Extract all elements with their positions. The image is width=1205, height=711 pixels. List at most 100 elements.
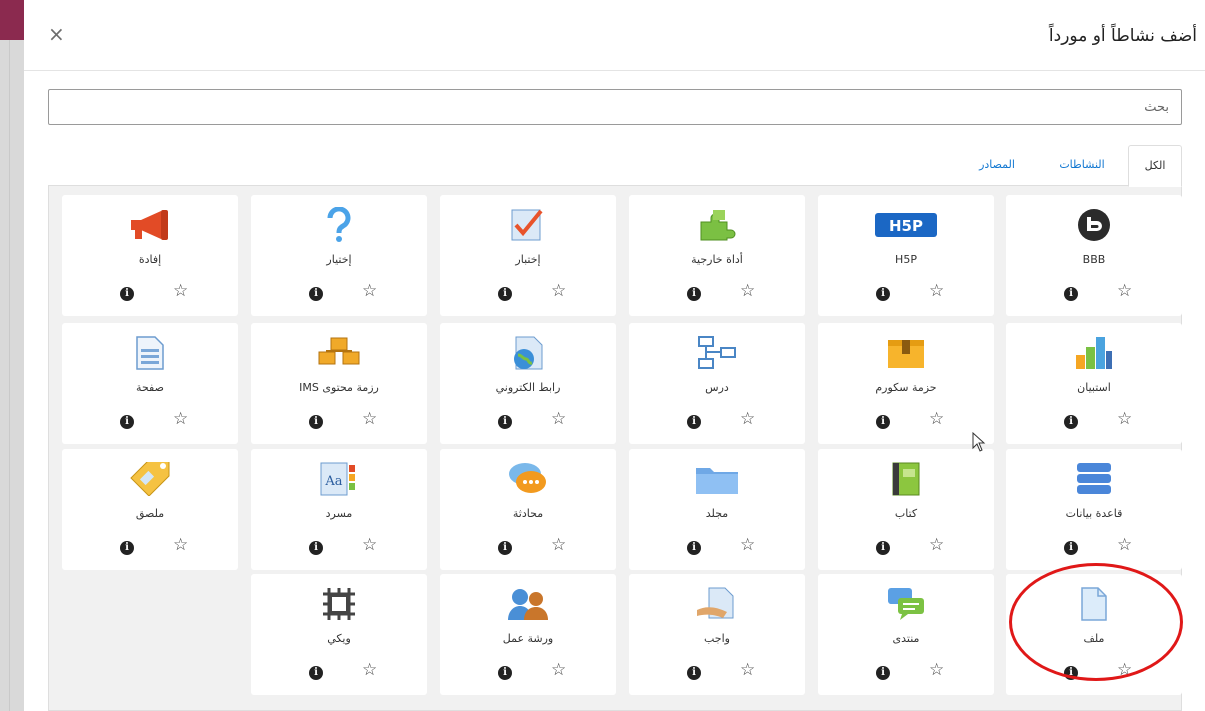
activity-card[interactable]: صفحة i ☆: [62, 323, 238, 444]
star-icon[interactable]: ☆: [740, 281, 755, 301]
star-icon[interactable]: ☆: [929, 409, 944, 429]
star-icon[interactable]: ☆: [362, 281, 377, 301]
star-icon[interactable]: ☆: [1117, 281, 1132, 301]
star-icon[interactable]: ☆: [362, 535, 377, 555]
svg-text:H5P: H5P: [889, 217, 923, 235]
tab-all[interactable]: الكل: [1128, 145, 1182, 187]
info-icon[interactable]: i: [309, 541, 323, 555]
url-globe-icon: [440, 333, 616, 373]
activity-card-label: ورشة عمل: [502, 632, 554, 645]
bar-chart-icon: [1006, 333, 1182, 373]
star-icon[interactable]: ☆: [173, 409, 188, 429]
activity-card[interactable]: رزمة محتوى IMS i ☆: [251, 323, 427, 444]
forum-icon: [818, 584, 994, 624]
activity-card-label: رابط الكتروني: [495, 381, 561, 394]
activity-card[interactable]: إختيار i ☆: [251, 195, 427, 316]
star-icon[interactable]: ☆: [362, 409, 377, 429]
star-icon[interactable]: ☆: [551, 281, 566, 301]
star-icon[interactable]: ☆: [1117, 660, 1132, 680]
info-icon[interactable]: i: [498, 541, 512, 555]
activity-card-label: درس: [705, 381, 729, 394]
star-icon[interactable]: ☆: [929, 660, 944, 680]
info-icon[interactable]: i: [1064, 666, 1078, 680]
info-icon[interactable]: i: [687, 666, 701, 680]
info-icon[interactable]: i: [876, 541, 890, 555]
h5p-icon: H5P: [818, 205, 994, 245]
activity-card[interactable]: كتاب i ☆: [818, 449, 994, 570]
info-icon[interactable]: i: [687, 415, 701, 429]
dialog-title: أضف نشاطاً أو مورداً: [1048, 26, 1197, 46]
chat-bubble-icon: [440, 459, 616, 499]
activity-card[interactable]: رابط الكتروني i ☆: [440, 323, 616, 444]
info-icon[interactable]: i: [687, 541, 701, 555]
activity-card-label: ملف: [1083, 632, 1105, 645]
activity-card[interactable]: ورشة عمل i ☆: [440, 574, 616, 695]
tab-activities[interactable]: النشاطات: [1042, 145, 1122, 185]
info-icon[interactable]: i: [309, 415, 323, 429]
activity-card[interactable]: BBB i ☆: [1006, 195, 1182, 316]
activity-card[interactable]: محادثة i ☆: [440, 449, 616, 570]
activity-card[interactable]: منتدى i ☆: [818, 574, 994, 695]
activity-card-label: إفادة: [138, 253, 162, 266]
svg-text:Aa: Aa: [324, 474, 342, 489]
activity-card-label: محادثة: [512, 507, 544, 520]
info-icon[interactable]: i: [498, 666, 512, 680]
activity-card[interactable]: إختبار i ☆: [440, 195, 616, 316]
star-icon[interactable]: ☆: [362, 660, 377, 680]
star-icon[interactable]: ☆: [929, 535, 944, 555]
activity-card[interactable]: H5P H5P i ☆: [818, 195, 994, 316]
info-icon[interactable]: i: [876, 666, 890, 680]
activity-card[interactable]: قاعدة بيانات i ☆: [1006, 449, 1182, 570]
folder-icon: [629, 459, 805, 499]
activity-card-label: استبيان: [1077, 381, 1111, 394]
tab-resources[interactable]: المصادر: [962, 145, 1032, 185]
info-icon[interactable]: i: [498, 287, 512, 301]
dialog-header: أضف نشاطاً أو مورداً ×: [24, 0, 1205, 71]
star-icon[interactable]: ☆: [1117, 535, 1132, 555]
megaphone-icon: [62, 205, 238, 245]
star-icon[interactable]: ☆: [551, 535, 566, 555]
activity-card[interactable]: Aa مسرد i ☆: [251, 449, 427, 570]
info-icon[interactable]: i: [120, 541, 134, 555]
star-icon[interactable]: ☆: [740, 535, 755, 555]
info-icon[interactable]: i: [876, 415, 890, 429]
activity-card[interactable]: ويكي i ☆: [251, 574, 427, 695]
activity-card[interactable]: حزمة سكورم i ☆: [818, 323, 994, 444]
activity-card[interactable]: مجلد i ☆: [629, 449, 805, 570]
file-icon: [1006, 584, 1182, 624]
info-icon[interactable]: i: [1064, 287, 1078, 301]
star-icon[interactable]: ☆: [1117, 409, 1132, 429]
background-divider: [9, 40, 10, 711]
info-icon[interactable]: i: [120, 287, 134, 301]
star-icon[interactable]: ☆: [551, 660, 566, 680]
activity-card[interactable]: واجب i ☆: [629, 574, 805, 695]
quiz-icon: [440, 205, 616, 245]
info-icon[interactable]: i: [1064, 415, 1078, 429]
book-icon: [818, 459, 994, 499]
star-icon[interactable]: ☆: [929, 281, 944, 301]
activity-card-label: إختيار: [326, 253, 352, 266]
info-icon[interactable]: i: [498, 415, 512, 429]
search-input[interactable]: [48, 89, 1182, 125]
info-icon[interactable]: i: [309, 287, 323, 301]
star-icon[interactable]: ☆: [740, 409, 755, 429]
star-icon[interactable]: ☆: [551, 409, 566, 429]
star-icon[interactable]: ☆: [173, 535, 188, 555]
activity-card[interactable]: أداة خارجية i ☆: [629, 195, 805, 316]
activity-card[interactable]: استبيان i ☆: [1006, 323, 1182, 444]
info-icon[interactable]: i: [309, 666, 323, 680]
label-tag-icon: [62, 459, 238, 499]
activity-card[interactable]: ملف i ☆: [1006, 574, 1182, 695]
info-icon[interactable]: i: [120, 415, 134, 429]
star-icon[interactable]: ☆: [173, 281, 188, 301]
info-icon[interactable]: i: [876, 287, 890, 301]
activity-card[interactable]: إفادة i ☆: [62, 195, 238, 316]
wiki-icon: [251, 584, 427, 624]
close-icon[interactable]: ×: [48, 22, 65, 46]
info-icon[interactable]: i: [1064, 541, 1078, 555]
info-icon[interactable]: i: [687, 287, 701, 301]
star-icon[interactable]: ☆: [740, 660, 755, 680]
question-mark-icon: [251, 205, 427, 245]
activity-card[interactable]: ملصق i ☆: [62, 449, 238, 570]
activity-card[interactable]: درس i ☆: [629, 323, 805, 444]
